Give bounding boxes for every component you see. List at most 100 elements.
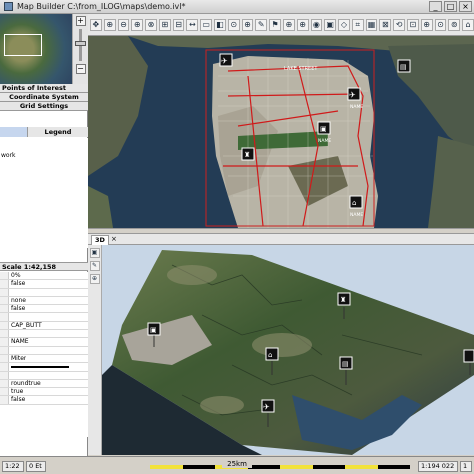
svg-text:▤: ▤ <box>400 63 407 71</box>
toolbar-button[interactable]: ◧ <box>214 18 226 31</box>
toolbar-button[interactable]: ⚑ <box>269 18 281 31</box>
toolbar-button[interactable]: ⊕ <box>420 18 433 31</box>
toolbar-button[interactable]: ✥ <box>90 18 102 31</box>
tab-grid-settings-label: Grid Settings <box>19 102 69 110</box>
property-value[interactable]: 0% <box>9 272 21 279</box>
minimize-button[interactable]: _ <box>429 1 442 12</box>
tab-grid-settings[interactable]: Grid Settings <box>0 102 88 111</box>
property-value[interactable]: roundtrue <box>9 380 41 387</box>
view-3d-side-toolbar: ▣ ✎ ⊕ <box>88 245 102 455</box>
window-title: Map Builder C:\from_ILOG\maps\demo.ivl* <box>17 2 186 11</box>
property-value[interactable]: none <box>9 297 26 304</box>
property-row[interactable]: NAME <box>0 338 88 347</box>
toolbar-button[interactable]: ⊙ <box>227 18 240 31</box>
toolbar-button[interactable]: ◇ <box>338 18 350 31</box>
toolbar-button[interactable]: ⊚ <box>448 18 461 31</box>
poi-camera[interactable]: ▣ <box>317 121 331 135</box>
tab-legend[interactable]: Legend <box>28 127 88 137</box>
map-label-poi: NAME <box>318 138 331 144</box>
property-value[interactable]: NAME <box>9 338 29 345</box>
property-row[interactable] <box>0 330 88 339</box>
zoom-slider-thumb[interactable] <box>75 41 86 46</box>
toolbar-button[interactable]: ⌂ <box>462 18 474 31</box>
map-2d-view[interactable]: ✈ ✈ ▣ ♜ ⌂ ▤ LAKE STREET NAME NAME NAME <box>88 36 474 228</box>
poi-airport-east[interactable]: ✈ <box>347 87 361 101</box>
property-row[interactable]: false <box>0 280 88 289</box>
property-row[interactable]: 0% <box>0 272 88 281</box>
toolbar-button[interactable]: ⊖ <box>117 18 130 31</box>
toolbar-button[interactable]: ⟲ <box>393 18 405 31</box>
tab-points-of-interest[interactable]: Points of Interest <box>0 84 88 93</box>
layer-tree[interactable]: work <box>0 138 88 248</box>
property-value[interactable] <box>9 289 11 296</box>
close-button[interactable]: × <box>459 1 472 12</box>
property-value[interactable]: Miter <box>9 355 26 362</box>
close-3d-tab-icon[interactable]: × <box>111 235 117 244</box>
property-value[interactable] <box>9 313 11 320</box>
tab-coordinate-system[interactable]: Coordinate System <box>0 93 88 102</box>
property-value[interactable]: true <box>9 388 23 395</box>
zoom-in-button[interactable]: + <box>75 16 86 26</box>
toolbar-button[interactable]: ⊕ <box>282 18 295 31</box>
map-2d-canvas[interactable]: ✈ ✈ ▣ ♜ ⌂ ▤ LAKE STREET NAME NAME NAME <box>88 36 474 228</box>
property-row[interactable]: CAP_BUTT <box>0 321 88 331</box>
zoom-out-button[interactable]: − <box>75 64 86 74</box>
toolbar-button[interactable]: ⊠ <box>379 18 392 31</box>
view-3d-tabbar: 3D × <box>88 234 474 245</box>
property-row[interactable]: true <box>0 388 88 397</box>
toolbar-button[interactable]: ⊕ <box>241 18 254 31</box>
3d-tool-button[interactable]: ▣ <box>89 248 100 258</box>
toolbar-button[interactable]: ⊕ <box>103 18 116 31</box>
3d-tool-button[interactable]: ⊕ <box>89 274 100 284</box>
zoom-slider[interactable] <box>75 29 86 61</box>
toolbar-button[interactable]: ⊟ <box>172 18 185 31</box>
poi-airport[interactable]: ✈ <box>219 53 233 67</box>
property-row-line-style[interactable] <box>0 363 88 372</box>
overview-map[interactable] <box>0 14 72 84</box>
property-row[interactable]: false <box>0 396 88 405</box>
layer-tree-item[interactable]: work <box>1 152 88 159</box>
toolbar-button[interactable]: ↔ <box>186 18 199 31</box>
property-row[interactable] <box>0 288 88 297</box>
scale-bar <box>150 463 410 471</box>
toolbar-button[interactable]: ▦ <box>365 18 378 31</box>
toolbar-button[interactable]: ▣ <box>324 18 337 31</box>
toolbar-button[interactable]: ◉ <box>310 18 323 31</box>
property-row[interactable] <box>0 313 88 322</box>
property-value[interactable] <box>9 372 11 379</box>
property-value[interactable]: CAP_BUTT <box>9 322 42 329</box>
property-value[interactable] <box>9 330 11 337</box>
poi-restaurant[interactable]: ♜ <box>241 147 255 161</box>
property-row[interactable]: roundtrue <box>0 379 88 389</box>
toolbar-button[interactable]: ⊕ <box>131 18 144 31</box>
toolbar-button[interactable]: ⊞ <box>158 18 171 31</box>
toolbar-button[interactable]: ✎ <box>255 18 268 31</box>
3d-tool-button[interactable]: ✎ <box>89 261 100 271</box>
property-row[interactable] <box>0 346 88 355</box>
property-row[interactable]: Miter <box>0 354 88 364</box>
property-value[interactable]: false <box>9 280 25 287</box>
property-value[interactable] <box>9 347 11 354</box>
property-row[interactable] <box>0 371 88 380</box>
overview-viewport-rect[interactable] <box>4 34 42 56</box>
property-value[interactable]: false <box>9 305 25 312</box>
poi-hotel[interactable]: ⌂ <box>349 195 363 209</box>
toolbar-button[interactable]: ⌗ <box>351 18 364 31</box>
tab-layers[interactable] <box>0 127 28 137</box>
poi-bus[interactable]: ▤ <box>397 59 411 73</box>
toolbar-button[interactable]: ▭ <box>200 18 213 31</box>
toolbar-button[interactable]: ⊙ <box>434 18 447 31</box>
map-3d-view[interactable]: ▣ ♜ ⌂ ▤ ✈ <box>102 245 474 455</box>
svg-text:⌂: ⌂ <box>268 351 272 359</box>
toolbar-button[interactable]: ⊕ <box>296 18 309 31</box>
toolbar-button[interactable]: ⊗ <box>145 18 157 31</box>
property-row[interactable]: false <box>0 305 88 314</box>
maximize-button[interactable]: □ <box>444 1 457 12</box>
toolbar-button[interactable]: ⊡ <box>406 18 419 31</box>
tab-3d[interactable]: 3D <box>91 235 109 245</box>
property-row[interactable]: none <box>0 296 88 306</box>
map-label-street: LAKE STREET <box>284 66 318 72</box>
property-value[interactable]: false <box>9 396 25 403</box>
svg-text:✈: ✈ <box>221 57 228 66</box>
map-3d-canvas[interactable]: ▣ ♜ ⌂ ▤ ✈ <box>102 245 474 455</box>
